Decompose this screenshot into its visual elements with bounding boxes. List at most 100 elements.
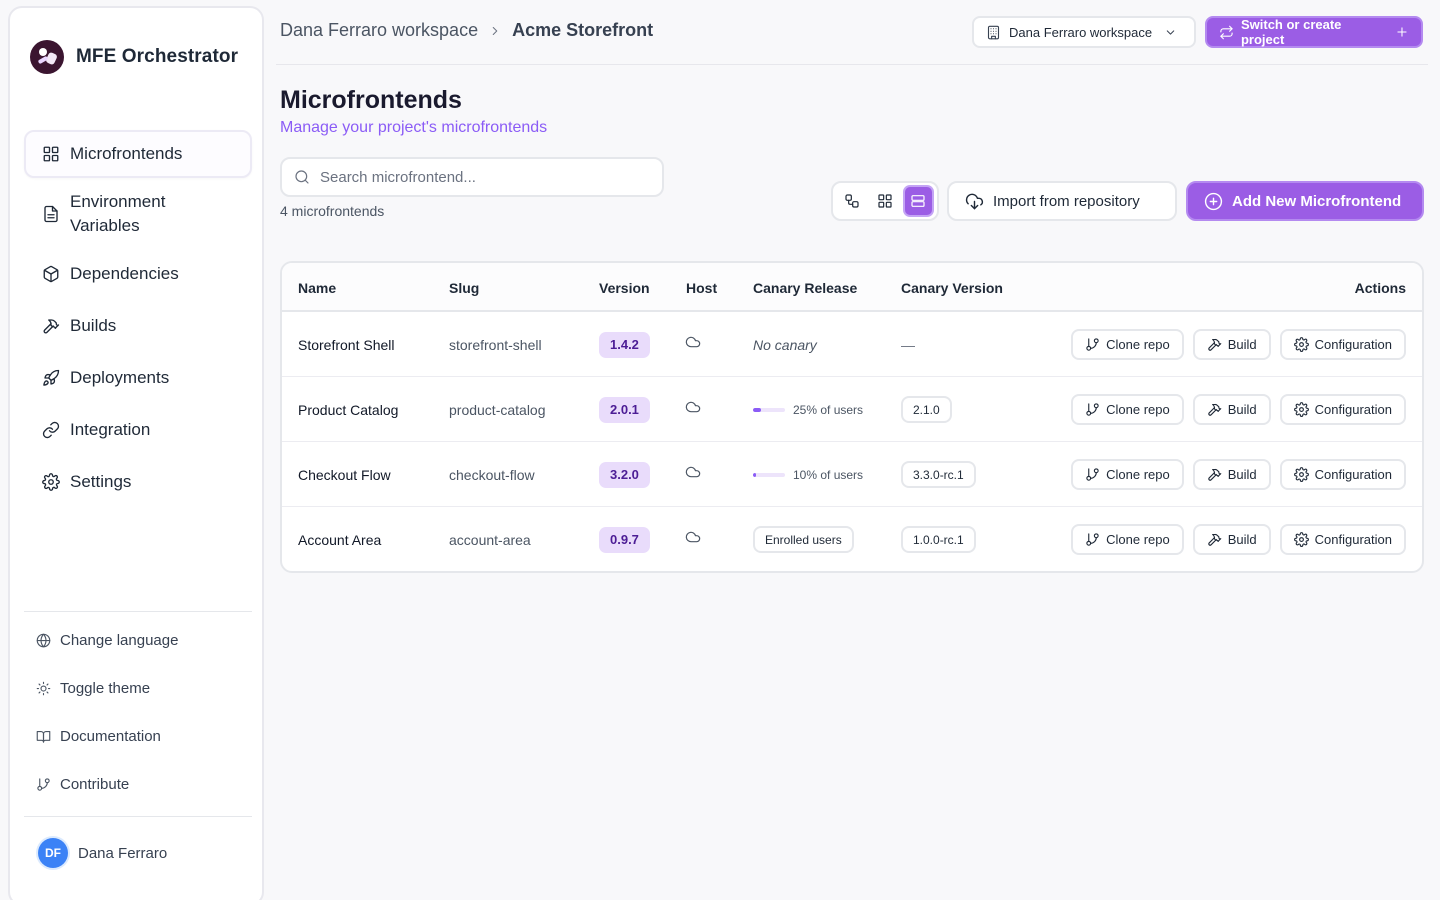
view-list-button[interactable]	[902, 185, 934, 217]
sidebar-divider	[24, 611, 252, 612]
clone-repo-label: Clone repo	[1106, 337, 1170, 352]
sidebar-item-label: Settings	[70, 472, 132, 491]
microfrontends-table: Name Slug Version Host Canary Release Ca…	[280, 261, 1424, 573]
chevron-right-icon	[492, 26, 498, 35]
package-icon	[43, 265, 59, 283]
brand[interactable]: MFE Orchestrator	[30, 40, 238, 74]
documentation-link[interactable]: Documentation	[36, 728, 246, 745]
switch-project-label: Switch or create project	[1240, 17, 1342, 47]
canary-percent-label: 25% of users	[793, 402, 864, 417]
clone-repo-label: Clone repo	[1106, 402, 1170, 417]
import-repository-button[interactable]: Import from repository	[947, 181, 1177, 221]
clone-repo-button[interactable]: Clone repo	[1071, 394, 1184, 425]
hammer-icon	[1208, 403, 1222, 416]
topbar: Dana Ferraro workspace Acme Storefront D…	[276, 0, 1428, 65]
sidebar-item-dependencies[interactable]: Dependencies	[24, 250, 252, 298]
configuration-button[interactable]: Configuration	[1279, 524, 1406, 555]
canary-progress: 25% of users	[753, 403, 863, 417]
row-version: 0.9.7	[599, 507, 650, 571]
clone-repo-button[interactable]: Clone repo	[1071, 459, 1184, 490]
table-row: Product Catalog product-catalog 2.0.1 25…	[282, 377, 1422, 442]
build-button[interactable]: Build	[1192, 524, 1271, 555]
breadcrumb: Dana Ferraro workspace Acme Storefront	[280, 20, 653, 41]
clone-repo-button[interactable]: Clone repo	[1071, 524, 1184, 555]
build-button[interactable]: Build	[1192, 329, 1271, 360]
row-name[interactable]: Account Area	[298, 507, 381, 571]
version-badge: 1.4.2	[599, 331, 650, 358]
clone-repo-label: Clone repo	[1106, 532, 1170, 547]
no-canary-text: No canary	[753, 336, 817, 353]
switch-project-button[interactable]: Switch or create project	[1205, 16, 1423, 48]
search-bar	[280, 157, 664, 197]
row-name[interactable]: Storefront Shell	[298, 312, 395, 377]
clone-repo-button[interactable]: Clone repo	[1071, 329, 1184, 360]
enrolled-users-badge: Enrolled users	[753, 526, 854, 553]
build-button[interactable]: Build	[1192, 459, 1271, 490]
page-subtitle: Manage your project's microfrontends	[280, 119, 548, 136]
change-language-button[interactable]: Change language	[36, 632, 246, 649]
hammer-icon	[1208, 533, 1222, 546]
sidebar-item-integration[interactable]: Integration	[24, 406, 252, 454]
row-host	[685, 312, 701, 377]
sidebar-item-microfrontends[interactable]: Microfrontends	[24, 130, 252, 178]
row-canary: Enrolled users	[753, 507, 854, 571]
row-slug: checkout-flow	[449, 466, 535, 483]
repeat-icon	[1220, 25, 1233, 39]
table-row: Account Area account-area 0.9.7 Enrolled…	[282, 507, 1422, 571]
sidebar-item-environment-variables[interactable]: Environment Variables	[24, 182, 252, 246]
build-label: Build	[1227, 532, 1257, 547]
col-host: Host	[686, 280, 718, 296]
canary-progress: 10% of users	[753, 468, 863, 482]
contribute-link[interactable]: Contribute	[36, 776, 246, 793]
row-actions: Clone repo Build Configuration	[1071, 442, 1406, 507]
canary-progress-track	[753, 407, 785, 412]
configuration-button[interactable]: Configuration	[1279, 394, 1406, 425]
canary-progress-track	[753, 472, 785, 477]
row-canary-version: 3.3.0-rc.1	[901, 442, 976, 507]
configuration-button[interactable]: Configuration	[1279, 459, 1406, 490]
cloud-icon	[685, 401, 701, 412]
row-name[interactable]: Checkout Flow	[298, 442, 391, 507]
user-name: Dana Ferraro	[78, 844, 168, 862]
workspace-select[interactable]: Dana Ferraro workspace	[972, 16, 1196, 48]
row-canary-version: 2.1.0	[901, 377, 952, 442]
configuration-button[interactable]: Configuration	[1279, 329, 1406, 360]
grid-icon	[878, 194, 892, 208]
globe-icon	[36, 633, 51, 648]
search-input[interactable]	[320, 168, 640, 186]
sidebar: MFE Orchestrator Microfrontends Environm…	[8, 6, 264, 900]
view-grid-button[interactable]	[869, 185, 900, 217]
breadcrumb-workspace[interactable]: Dana Ferraro workspace	[280, 20, 478, 41]
version-badge: 3.2.0	[599, 461, 650, 488]
clone-repo-label: Clone repo	[1106, 467, 1170, 482]
chevron-down-icon	[1166, 29, 1175, 35]
row-name[interactable]: Product Catalog	[298, 377, 398, 442]
sidebar-item-label: Deployments	[70, 368, 170, 387]
cloud-icon	[685, 531, 701, 542]
sidebar-item-builds[interactable]: Builds	[24, 302, 252, 350]
row-slug: account-area	[449, 531, 531, 548]
col-name: Name	[298, 280, 337, 296]
view-graph-button[interactable]	[836, 185, 867, 217]
brand-logo	[30, 40, 64, 74]
workspace-select-value: Dana Ferraro workspace	[1009, 24, 1153, 40]
hammer-icon	[43, 319, 60, 334]
configuration-label: Configuration	[1314, 467, 1392, 482]
building-icon	[987, 25, 1000, 39]
book-icon	[36, 730, 51, 743]
add-microfrontend-button[interactable]: Add New Microfrontend	[1186, 181, 1424, 221]
version-badge: 0.9.7	[599, 526, 650, 553]
col-canary-release: Canary Release	[753, 280, 858, 296]
col-version: Version	[599, 280, 650, 296]
gear-icon	[1293, 402, 1309, 417]
sidebar-item-settings[interactable]: Settings	[24, 458, 252, 506]
build-button[interactable]: Build	[1192, 394, 1271, 425]
col-canary-version: Canary Version	[901, 280, 1003, 296]
toggle-theme-button[interactable]: Toggle theme	[36, 680, 246, 697]
sidebar-item-deployments[interactable]: Deployments	[24, 354, 252, 402]
row-host	[685, 442, 701, 507]
util-label: Contribute	[60, 776, 130, 793]
sun-icon	[36, 681, 51, 696]
user-menu[interactable]: DF Dana Ferraro	[38, 838, 167, 868]
row-host	[685, 507, 701, 571]
